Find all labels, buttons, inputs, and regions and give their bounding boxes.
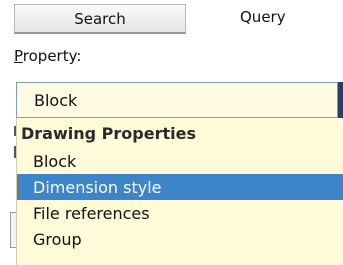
property-label-mnemonic: P — [14, 47, 23, 65]
property-select-value: Block — [34, 90, 78, 110]
property-dropdown-list: Drawing Properties Block Dimension style… — [16, 118, 343, 265]
select-dropdown-button-edge[interactable] — [338, 82, 343, 118]
tab-search[interactable]: Search — [14, 4, 186, 34]
property-select[interactable]: Block — [16, 82, 338, 118]
tab-search-label: Search — [74, 9, 126, 28]
property-query-panel: Search Query Property: Block Drawing Pro… — [0, 0, 343, 265]
tab-query[interactable]: Query — [240, 8, 286, 26]
dropdown-option-block[interactable]: Block — [17, 148, 343, 174]
property-label: Property: — [14, 47, 81, 65]
property-label-text: roperty: — [22, 47, 82, 65]
dropdown-option-group[interactable]: Group — [17, 226, 343, 252]
dropdown-option-file-references[interactable]: File references — [17, 200, 343, 226]
dropdown-group-header: Drawing Properties — [21, 123, 196, 143]
dropdown-option-dimension-style[interactable]: Dimension style — [17, 174, 343, 200]
tab-query-label: Query — [240, 8, 286, 26]
